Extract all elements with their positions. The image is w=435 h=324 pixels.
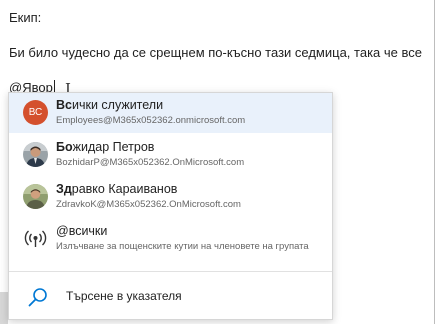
- search-directory-label: Търсене в указателя: [66, 289, 182, 303]
- mention-suggestions-popup: ВС Всички служители Employees@M365x05236…: [8, 92, 333, 320]
- suggestion-zdravko-karaivanov[interactable]: Здравко Караиванов ZdravkoK@M365x052362.…: [9, 177, 332, 217]
- broadcast-icon: [23, 226, 48, 251]
- suggestion-email: BozhidarP@M365x052362.OnMicrosoft.com: [56, 157, 245, 168]
- suggestion-email: ZdravkoK@M365x052362.OnMicrosoft.com: [56, 199, 241, 210]
- suggestion-bozhidar-petrov[interactable]: Божидар Петров BozhidarP@M365x052362.OnM…: [9, 135, 332, 175]
- suggestion-name: Всички служители: [56, 98, 164, 112]
- greeting-line: Екип:: [9, 10, 42, 25]
- person-photo-icon: [23, 142, 48, 167]
- body-text-line: Би било чудесно да се срещнем по-късно т…: [9, 45, 422, 60]
- search-directory-button[interactable]: Търсене в указателя: [9, 272, 332, 320]
- suggestion-name: Божидар Петров: [56, 140, 155, 154]
- suggestion-name: Здравко Караиванов: [56, 182, 178, 196]
- person-photo-icon: [23, 184, 48, 209]
- suggestion-description: Излъчване за пощенските кутии на членове…: [56, 241, 309, 252]
- suggestion-name: @всички: [56, 224, 108, 238]
- suggestion-email: Employees@M365x052362.onmicrosoft.com: [56, 115, 246, 126]
- avatar: ВС: [23, 100, 48, 125]
- left-panel-edge: [0, 292, 8, 324]
- search-icon: [27, 286, 49, 308]
- suggestion-everyone[interactable]: @всички Излъчване за пощенските кутии на…: [9, 219, 332, 259]
- suggestion-all-employees[interactable]: ВС Всички служители Employees@M365x05236…: [9, 93, 332, 133]
